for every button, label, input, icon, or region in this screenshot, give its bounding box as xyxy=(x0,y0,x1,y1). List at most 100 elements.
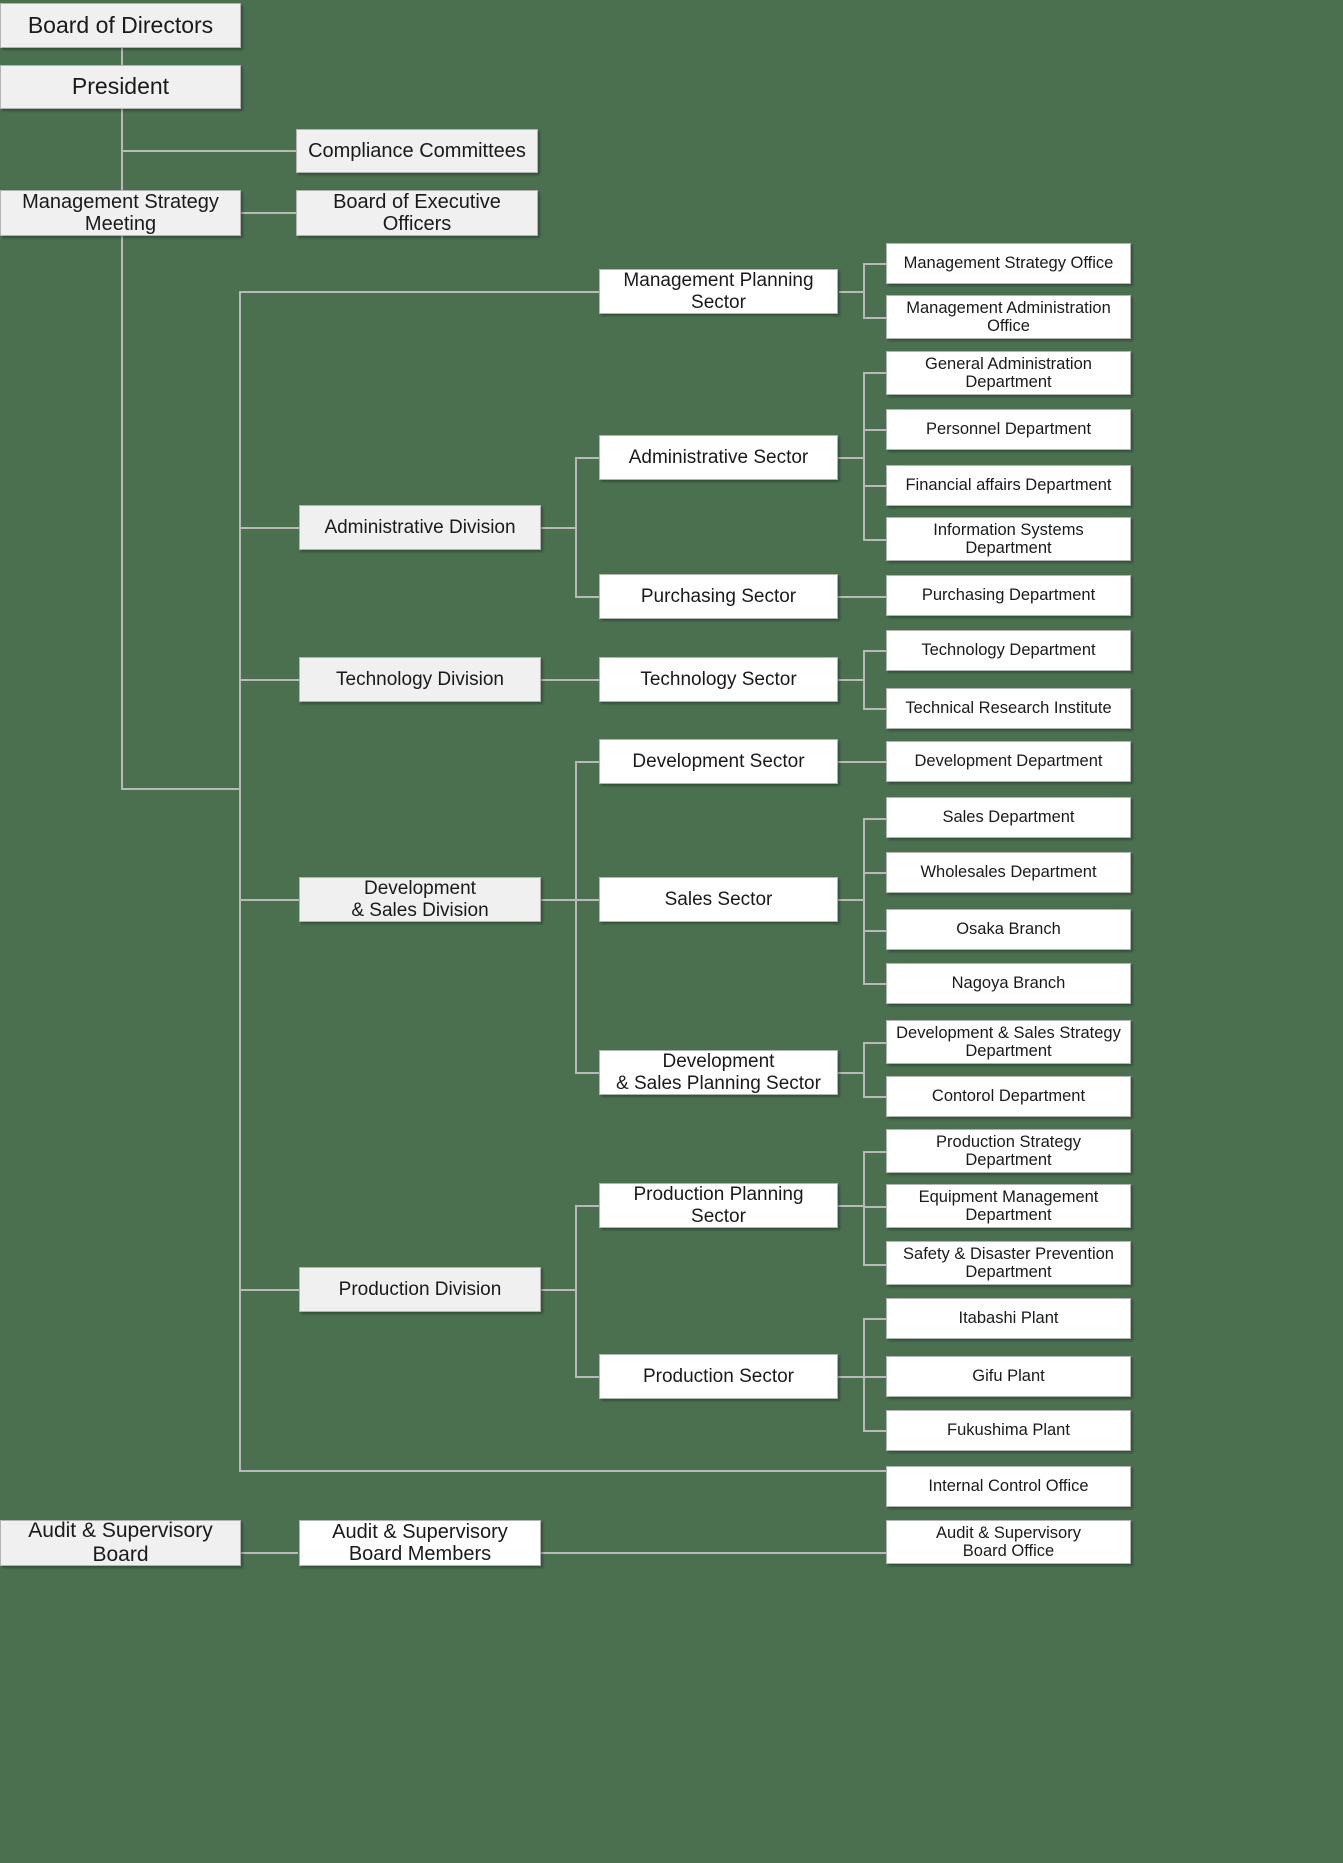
box-sector-purchasing[interactable]: Purchasing Sector xyxy=(599,574,838,619)
box-sector-management-planning[interactable]: Management Planning Sector xyxy=(599,269,838,314)
line-techsector-branch xyxy=(863,650,865,708)
box-dept-information-systems[interactable]: Information Systems Department xyxy=(886,517,1131,561)
box-division-production[interactable]: Production Division xyxy=(299,1267,541,1312)
line-to-safetydisaster xyxy=(863,1264,887,1266)
box-dept-general-administration[interactable]: General Administration Department xyxy=(886,351,1131,395)
line-admindiv-branch xyxy=(575,457,577,597)
line-admindiv-out xyxy=(541,527,577,529)
line-purchasing-to-dept xyxy=(838,596,887,598)
line-proddiv-out xyxy=(541,1289,577,1291)
line-to-osaka xyxy=(863,930,887,932)
line-to-gifu xyxy=(863,1376,887,1378)
box-president[interactable]: President xyxy=(0,65,241,109)
box-dept-safety-disaster-prevention[interactable]: Safety & Disaster Prevention Department xyxy=(886,1241,1131,1285)
line-prodplanning-branch xyxy=(863,1151,865,1265)
box-board-of-executive-officers[interactable]: Board of Executive Officers xyxy=(296,190,538,236)
line-to-mgmtstrategyoffice xyxy=(863,263,887,265)
box-dept-financial-affairs[interactable]: Financial affairs Department xyxy=(886,465,1131,506)
box-dept-internal-control-office[interactable]: Internal Control Office xyxy=(886,1466,1131,1507)
line-rail-to-mgmtplanning xyxy=(239,291,599,293)
line-devsalesdiv-out xyxy=(541,899,577,901)
box-audit-supervisory-board[interactable]: Audit & Supervisory Board xyxy=(0,1519,241,1566)
box-dept-management-strategy-office[interactable]: Management Strategy Office xyxy=(886,243,1131,284)
line-devsalesplanning-out xyxy=(838,1072,865,1074)
line-techsector-out xyxy=(838,679,865,681)
line-to-salesdept xyxy=(863,818,887,820)
line-to-financialaffairs xyxy=(863,485,887,487)
box-dept-fukushima-plant[interactable]: Fukushima Plant xyxy=(886,1410,1131,1451)
line-to-personnel xyxy=(863,429,887,431)
line-devsalesdiv-branch xyxy=(575,761,577,1073)
box-dept-sales[interactable]: Sales Department xyxy=(886,797,1131,838)
line-to-infosystems xyxy=(863,539,887,541)
line-rail-to-internalcontrol xyxy=(239,1470,886,1472)
line-to-salessector xyxy=(575,899,600,901)
line-board-to-president xyxy=(121,48,123,66)
box-dept-purchasing[interactable]: Purchasing Department xyxy=(886,575,1131,616)
line-to-adminsector xyxy=(575,457,600,459)
line-rail-to-admindiv xyxy=(239,527,299,529)
line-salessector-branch xyxy=(863,818,865,983)
box-division-development-sales[interactable]: Development & Sales Division xyxy=(299,877,541,922)
box-dept-equipment-management[interactable]: Equipment Management Department xyxy=(886,1184,1131,1228)
line-auditboard-to-members xyxy=(241,1552,298,1554)
line-rail-to-devsalesdiv xyxy=(239,899,299,901)
box-dept-production-strategy[interactable]: Production Strategy Department xyxy=(886,1129,1131,1173)
line-to-prodsector xyxy=(575,1376,600,1378)
box-management-strategy-meeting[interactable]: Management Strategy Meeting xyxy=(0,190,241,236)
box-compliance-committees[interactable]: Compliance Committees xyxy=(296,129,538,173)
line-msm-to-divisionrail xyxy=(121,788,240,790)
line-to-contorol xyxy=(863,1096,887,1098)
box-sector-sales[interactable]: Sales Sector xyxy=(599,877,838,922)
box-dept-technical-research-institute[interactable]: Technical Research Institute xyxy=(886,688,1131,729)
line-to-equipmentmgmt xyxy=(863,1206,887,1208)
box-dept-nagoya-branch[interactable]: Nagoya Branch xyxy=(886,963,1131,1004)
line-rail-to-techdiv xyxy=(239,679,299,681)
box-sector-development-sales-planning[interactable]: Development & Sales Planning Sector xyxy=(599,1050,838,1095)
line-to-purchasingsector xyxy=(575,596,600,598)
line-mgmtplanning-branch xyxy=(863,263,865,318)
line-to-nagoya xyxy=(863,983,887,985)
box-sector-administrative[interactable]: Administrative Sector xyxy=(599,435,838,480)
line-to-prodstrategy xyxy=(863,1151,887,1153)
line-to-wholesales xyxy=(863,872,887,874)
line-proddiv-branch xyxy=(575,1205,577,1376)
line-members-to-office xyxy=(541,1552,887,1554)
box-audit-supervisory-board-members[interactable]: Audit & Supervisory Board Members xyxy=(299,1520,541,1566)
box-dept-contorol[interactable]: Contorol Department xyxy=(886,1076,1131,1117)
box-dept-technology[interactable]: Technology Department xyxy=(886,630,1131,671)
box-sector-production[interactable]: Production Sector xyxy=(599,1354,838,1399)
line-devsector-to-dept xyxy=(838,761,887,763)
box-dept-development-sales-strategy[interactable]: Development & Sales Strategy Department xyxy=(886,1020,1131,1064)
box-dept-management-administration-office[interactable]: Management Administration Office xyxy=(886,295,1131,339)
box-board-of-directors[interactable]: Board of Directors xyxy=(0,3,241,48)
line-president-to-compliance xyxy=(121,150,296,152)
line-msm-trunk xyxy=(121,236,123,790)
line-to-devsalesstrategy xyxy=(863,1042,887,1044)
box-sector-development[interactable]: Development Sector xyxy=(599,739,838,784)
line-devsalesplanning-branch xyxy=(863,1042,865,1097)
box-audit-supervisory-board-office[interactable]: Audit & Supervisory Board Office xyxy=(886,1520,1131,1564)
line-to-techdept xyxy=(863,650,887,652)
box-sector-technology[interactable]: Technology Sector xyxy=(599,657,838,702)
line-adminsector-branch xyxy=(863,372,865,539)
line-division-rail xyxy=(239,291,241,1471)
line-rail-to-proddiv xyxy=(239,1289,299,1291)
box-dept-wholesales[interactable]: Wholesales Department xyxy=(886,852,1131,893)
box-dept-gifu-plant[interactable]: Gifu Plant xyxy=(886,1356,1131,1397)
line-to-techresearch xyxy=(863,708,887,710)
line-to-fukushima xyxy=(863,1430,887,1432)
box-dept-osaka-branch[interactable]: Osaka Branch xyxy=(886,909,1131,950)
box-division-technology[interactable]: Technology Division xyxy=(299,657,541,702)
box-dept-itabashi-plant[interactable]: Itabashi Plant xyxy=(886,1298,1131,1339)
box-division-administrative[interactable]: Administrative Division xyxy=(299,505,541,550)
box-sector-production-planning[interactable]: Production Planning Sector xyxy=(599,1183,838,1228)
line-techdiv-to-techsector xyxy=(541,679,600,681)
org-chart-canvas: Board of Directors President Compliance … xyxy=(0,0,1343,1863)
box-dept-personnel[interactable]: Personnel Department xyxy=(886,409,1131,450)
line-to-devsector xyxy=(575,761,600,763)
line-to-prodplanning xyxy=(575,1205,600,1207)
line-mgmtplanning-out xyxy=(839,291,865,293)
line-to-generaladmin xyxy=(863,372,887,374)
box-dept-development[interactable]: Development Department xyxy=(886,741,1131,782)
